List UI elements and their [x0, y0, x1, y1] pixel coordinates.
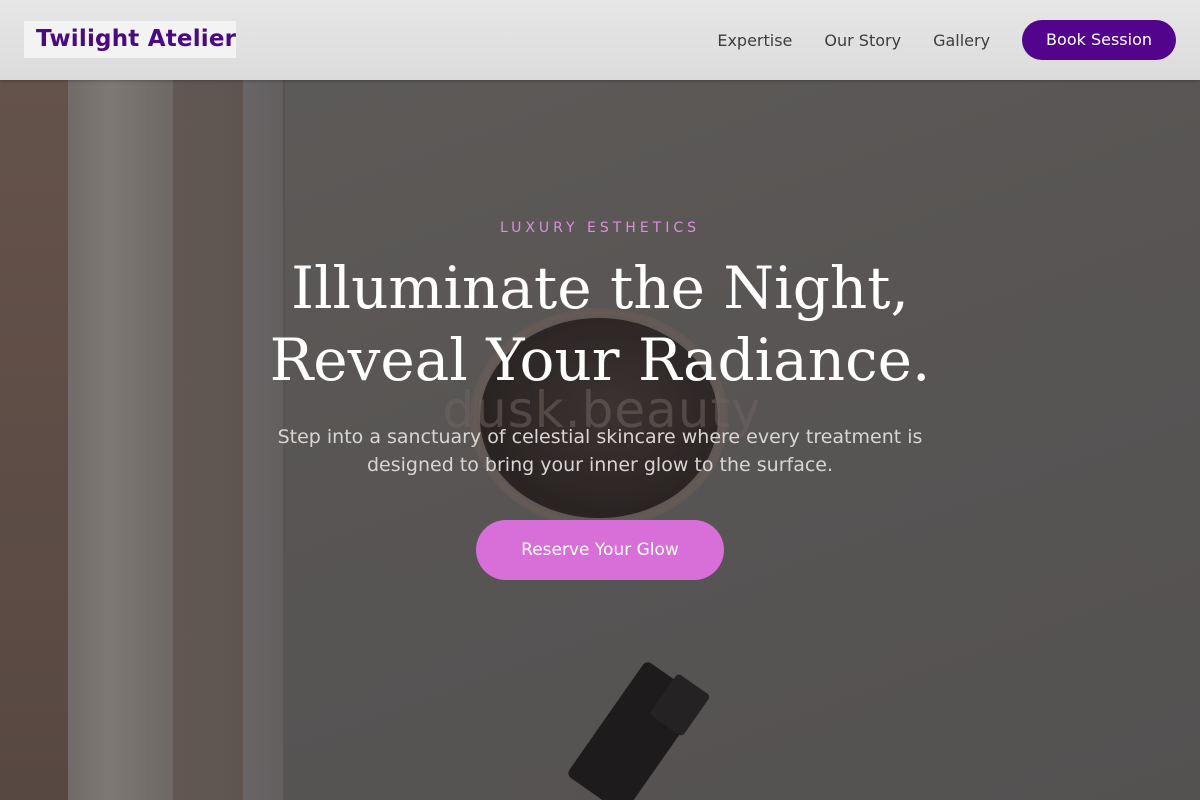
main-nav: Expertise Our Story Gallery Book Session	[717, 20, 1176, 60]
hero-headline-line-1: Illuminate the Night,	[291, 254, 909, 322]
hero-headline: Illuminate the Night, Reveal Your Radian…	[200, 252, 1000, 396]
hero-subtext-line-1: Step into a sanctuary of celestial skinc…	[277, 426, 923, 448]
nav-link-gallery[interactable]: Gallery	[933, 31, 990, 50]
nav-link-expertise[interactable]: Expertise	[717, 31, 792, 50]
nav-link-our-story[interactable]: Our Story	[824, 31, 901, 50]
reserve-glow-button[interactable]: Reserve Your Glow	[476, 520, 724, 580]
site-header: Twilight Atelier Expertise Our Story Gal…	[0, 0, 1200, 80]
page: dusk.beauty Twilight Atelier Expertise O…	[0, 0, 1200, 800]
site-logo[interactable]: Twilight Atelier	[24, 21, 236, 58]
hero-headline-line-2: Reveal Your Radiance.	[269, 326, 931, 394]
hero-eyebrow: LUXURY ESTHETICS	[499, 220, 701, 236]
hero-section: LUXURY ESTHETICS Illuminate the Night, R…	[0, 80, 1200, 800]
hero-subtext-line-2: designed to bring your inner glow to the…	[366, 454, 834, 476]
book-session-button[interactable]: Book Session	[1022, 20, 1176, 60]
hero-subtext: Step into a sanctuary of celestial skinc…	[240, 423, 960, 479]
